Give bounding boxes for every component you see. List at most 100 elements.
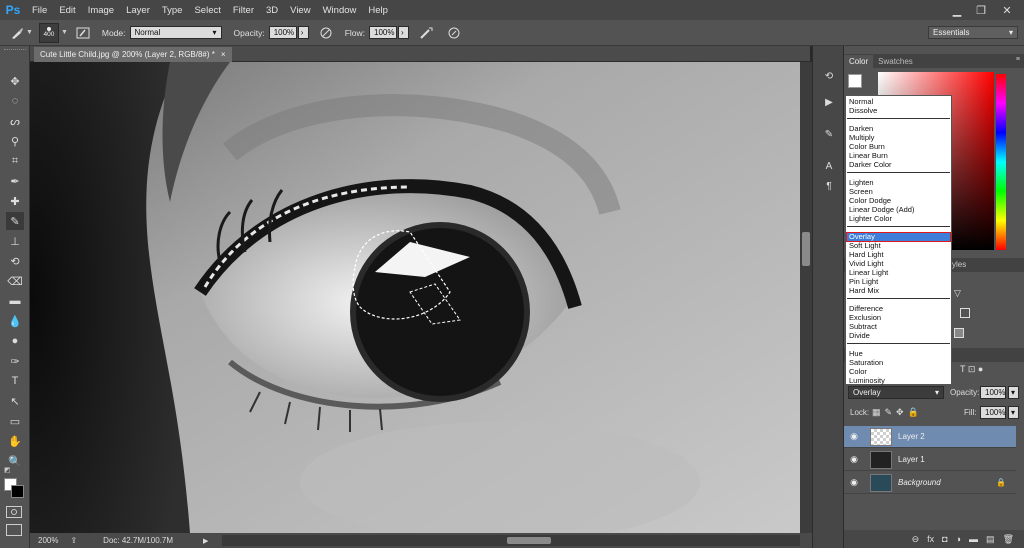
type-icon[interactable]: T xyxy=(6,372,24,390)
blend-option-multiply[interactable]: Multiply xyxy=(849,133,874,142)
layer-name[interactable]: Layer 2 xyxy=(898,432,925,441)
visibility-eye-icon[interactable]: ◉ xyxy=(844,477,864,488)
menu-view[interactable]: View xyxy=(284,5,316,16)
shape-icon[interactable]: ▭ xyxy=(6,412,24,430)
history-icon[interactable]: ⟲ xyxy=(820,68,838,84)
blend-option-normal[interactable]: Normal xyxy=(849,97,873,106)
blend-option-hue[interactable]: Hue xyxy=(849,349,863,358)
brush-presets-icon[interactable]: ✎ xyxy=(820,126,838,142)
vertical-scrollbar[interactable] xyxy=(800,62,812,533)
dodge-icon[interactable]: ● xyxy=(6,332,24,350)
layer-row-layer-1[interactable]: ◉ Layer 1 xyxy=(844,449,1016,471)
gradient-icon[interactable]: ▬ xyxy=(6,292,24,310)
menu-edit[interactable]: Edit xyxy=(53,5,81,16)
layer-name[interactable]: Layer 1 xyxy=(898,455,925,464)
blend-option-color-burn[interactable]: Color Burn xyxy=(849,142,885,151)
blend-option-luminosity[interactable]: Luminosity xyxy=(849,376,885,385)
adjustment-grid-icon[interactable] xyxy=(960,308,970,318)
actions-icon[interactable]: ▶ xyxy=(820,94,838,110)
new-layer-icon[interactable]: ▤ xyxy=(986,534,995,545)
brush-size-arrow-icon[interactable]: ▼ xyxy=(61,29,68,36)
layer-blend-mode-select[interactable]: Overlay ▾ xyxy=(848,386,944,399)
layer-opacity-slider-button[interactable]: ▾ xyxy=(1008,386,1019,399)
blur-icon[interactable]: 💧 xyxy=(6,312,24,330)
status-menu-arrow-icon[interactable]: ▶ xyxy=(203,537,208,545)
image-canvas[interactable] xyxy=(30,62,800,533)
blend-option-subtract[interactable]: Subtract xyxy=(849,322,877,331)
marquee-icon[interactable]: ◌ xyxy=(6,92,24,110)
blend-option-exclusion[interactable]: Exclusion xyxy=(849,313,881,322)
eraser-icon[interactable]: ⌫ xyxy=(6,272,24,290)
fill-slider-button[interactable]: ▾ xyxy=(1008,406,1019,419)
vertical-scroll-thumb[interactable] xyxy=(802,232,810,266)
menu-layer[interactable]: Layer xyxy=(120,5,156,16)
menu-image[interactable]: Image xyxy=(82,5,120,16)
opacity-input[interactable]: 100% xyxy=(268,26,297,39)
link-layers-icon[interactable]: ⊖ xyxy=(912,534,920,545)
character-icon[interactable]: A xyxy=(820,158,838,174)
restore-button[interactable]: ❐ xyxy=(970,0,992,20)
panel-menu-icon[interactable]: ≡ xyxy=(1016,56,1020,63)
quick-select-icon[interactable]: ⚲ xyxy=(6,132,24,150)
blend-option-darker-color[interactable]: Darker Color xyxy=(849,160,892,169)
add-mask-icon[interactable]: ◘ xyxy=(942,534,947,544)
stamp-icon[interactable]: ⊥ xyxy=(6,232,24,250)
tab-color[interactable]: Color xyxy=(844,55,874,68)
minimize-button[interactable]: ▁ xyxy=(946,0,968,20)
layer-row-background[interactable]: ◉ Background 🔒 xyxy=(844,472,1016,494)
color-panel-foreground[interactable] xyxy=(848,74,862,88)
layer-filter-icons[interactable]: T ⊡ ● xyxy=(960,364,983,375)
close-window-button[interactable]: ✕ xyxy=(996,0,1018,20)
visibility-eye-icon[interactable]: ◉ xyxy=(844,454,864,465)
export-icon[interactable]: ⇪ xyxy=(70,536,77,545)
brush-icon[interactable]: ✎ xyxy=(6,212,24,230)
blend-option-hard-light[interactable]: Hard Light xyxy=(849,250,884,259)
blend-option-difference[interactable]: Difference xyxy=(849,304,883,313)
visibility-eye-icon[interactable]: ◉ xyxy=(844,431,864,442)
pressure-opacity-icon[interactable] xyxy=(317,24,335,42)
preset-dropdown-arrow-icon[interactable]: ▼ xyxy=(26,29,33,36)
tab-styles-partial[interactable]: yles xyxy=(952,260,966,269)
blend-option-hard-mix[interactable]: Hard Mix xyxy=(849,286,879,295)
new-group-icon[interactable]: ▬ xyxy=(969,534,978,544)
adjustment-gradient-icon[interactable]: ▽ xyxy=(954,288,964,298)
layer-row-layer-2[interactable]: ◉ Layer 2 xyxy=(844,426,1016,448)
horizontal-scrollbar[interactable] xyxy=(222,535,800,546)
toolbar-grip[interactable] xyxy=(4,49,26,52)
brush-size-picker[interactable]: 400 xyxy=(38,22,59,43)
quick-mask-icon[interactable] xyxy=(6,506,22,518)
menu-type[interactable]: Type xyxy=(156,5,189,16)
blend-option-lighten[interactable]: Lighten xyxy=(849,178,874,187)
blend-option-linear-light[interactable]: Linear Light xyxy=(849,268,888,277)
airbrush-icon[interactable] xyxy=(417,24,435,42)
paragraph-icon[interactable]: ¶ xyxy=(820,178,838,194)
opacity-slider-button[interactable]: › xyxy=(297,26,309,39)
blend-option-darken[interactable]: Darken xyxy=(849,124,873,133)
horizontal-scroll-thumb[interactable] xyxy=(507,537,551,544)
layer-name[interactable]: Background xyxy=(898,478,941,487)
blend-option-divide[interactable]: Divide xyxy=(849,331,870,340)
mode-select[interactable]: Normal ▾ xyxy=(129,26,222,39)
healing-icon[interactable]: ✚ xyxy=(6,192,24,210)
menu-filter[interactable]: Filter xyxy=(227,5,260,16)
document-tab[interactable]: Cute Little Child.jpg @ 200% (Layer 2, R… xyxy=(34,47,232,62)
blend-option-pin-light[interactable]: Pin Light xyxy=(849,277,878,286)
blend-option-lighter-color[interactable]: Lighter Color xyxy=(849,214,892,223)
path-select-icon[interactable]: ↖ xyxy=(6,392,24,410)
blend-option-saturation[interactable]: Saturation xyxy=(849,358,883,367)
blend-option-linear-burn[interactable]: Linear Burn xyxy=(849,151,888,160)
pressure-size-icon[interactable] xyxy=(445,24,463,42)
fx-icon[interactable]: fx xyxy=(927,534,934,544)
tab-swatches[interactable]: Swatches xyxy=(873,55,918,68)
brush-tool-preset-icon[interactable] xyxy=(8,24,26,42)
eyedropper-icon[interactable]: ✒ xyxy=(6,172,24,190)
zoom-level[interactable]: 200% xyxy=(38,536,58,545)
blend-option-soft-light[interactable]: Soft Light xyxy=(849,241,881,250)
crop-icon[interactable]: ⌗ xyxy=(6,152,24,170)
layer-opacity-input[interactable]: 100% xyxy=(980,386,1006,399)
adjustment-swatch-icon[interactable] xyxy=(954,328,964,338)
blend-option-overlay[interactable]: Overlay xyxy=(849,232,875,241)
flow-input[interactable]: 100% xyxy=(369,26,397,39)
color-spectrum[interactable] xyxy=(996,74,1006,250)
lasso-icon[interactable]: ᔕ xyxy=(6,112,24,130)
